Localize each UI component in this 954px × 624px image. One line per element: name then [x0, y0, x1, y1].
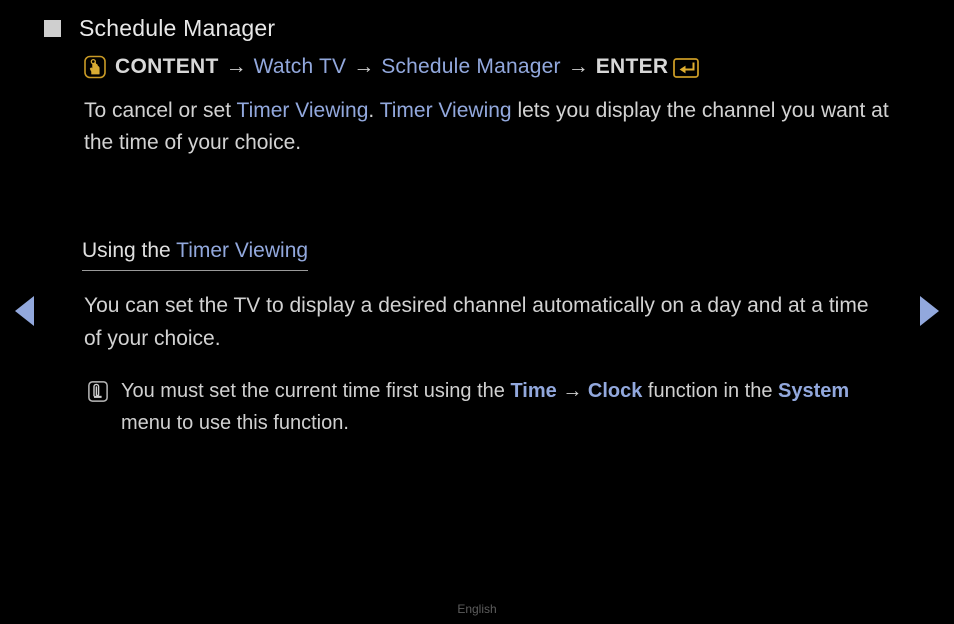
content-icon [84, 55, 106, 79]
breadcrumb-item-enter: ENTER [595, 55, 669, 78]
note-seg7: menu to use this function. [121, 412, 349, 434]
section-heading: Using the Timer Viewing [82, 237, 309, 271]
note-icon-wrap [88, 375, 108, 439]
note-term-time: Time [510, 380, 557, 402]
intro-timer-viewing-1: Timer Viewing [236, 99, 369, 122]
note-text: You must set the current time first usin… [121, 375, 881, 439]
note-seg1: You must set the current time first usin… [121, 380, 511, 402]
section-heading-term: Timer Viewing [176, 239, 309, 262]
note-term-system: System [778, 380, 850, 402]
footer-language: English [457, 602, 497, 616]
breadcrumb-item-content: CONTENT [115, 55, 219, 78]
intro-seg3: . [368, 99, 380, 122]
note-arrow: → [556, 380, 588, 402]
breadcrumb-separator: → [225, 55, 247, 78]
next-page-arrow[interactable] [920, 296, 939, 326]
breadcrumb: CONTENT → Watch TV → Schedule Manager → … [84, 52, 904, 82]
note-block: You must set the current time first usin… [88, 375, 904, 439]
note-seg5: function in the [642, 380, 779, 402]
page-title-row: Schedule Manager [44, 12, 904, 44]
previous-page-arrow[interactable] [15, 296, 34, 326]
ehelp-page: Schedule Manager CONTENT → Watch TV → Sc… [0, 0, 954, 624]
intro-timer-viewing-2: Timer Viewing [379, 99, 512, 122]
intro-seg1: To cancel or set [84, 99, 237, 122]
bullet-square-icon [44, 20, 61, 37]
page-title: Schedule Manager [79, 15, 276, 41]
section-body: You can set the TV to display a desired … [84, 294, 869, 350]
note-term-clock: Clock [587, 380, 643, 402]
breadcrumb-item-schedule-manager: Schedule Manager [381, 55, 561, 78]
breadcrumb-separator: → [353, 55, 375, 78]
note-icon [88, 381, 108, 402]
breadcrumb-separator: → [567, 55, 589, 78]
section-heading-prefix: Using the [82, 239, 177, 262]
enter-icon [673, 57, 700, 78]
intro-paragraph: To cancel or set Timer Viewing. Timer Vi… [84, 95, 899, 159]
content-column: Schedule Manager CONTENT → Watch TV → Sc… [44, 12, 904, 439]
breadcrumb-item-watch-tv: Watch TV [253, 55, 347, 78]
